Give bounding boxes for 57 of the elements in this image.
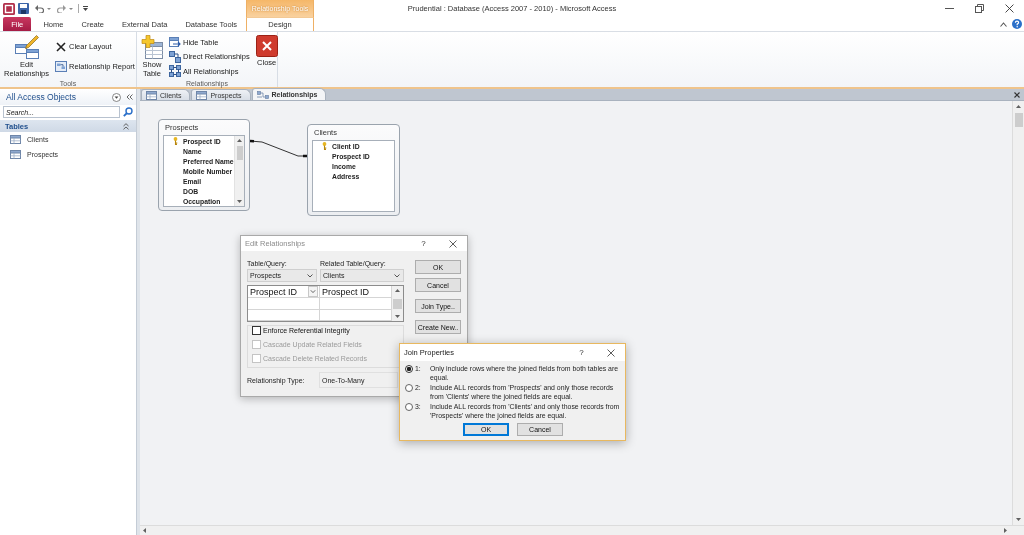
checkbox[interactable] bbox=[252, 326, 261, 335]
key-icon bbox=[322, 142, 327, 150]
relationship-lines-icon bbox=[256, 90, 269, 99]
chevron-down-icon[interactable] bbox=[307, 273, 313, 278]
dropdown-caret-icon[interactable] bbox=[69, 7, 73, 10]
chevron-down-icon[interactable] bbox=[394, 273, 400, 278]
horizontal-scrollbar[interactable] bbox=[140, 525, 1024, 535]
close-icon[interactable] bbox=[1014, 91, 1020, 98]
cross-icon bbox=[56, 41, 67, 52]
grid-cell[interactable]: Prospect ID bbox=[248, 286, 320, 298]
help-button[interactable]: ? bbox=[567, 344, 596, 361]
redo-icon[interactable] bbox=[57, 4, 66, 13]
arrow-down-icon[interactable] bbox=[395, 315, 400, 318]
scroll-thumb[interactable] bbox=[393, 298, 402, 309]
arrow-down-icon[interactable] bbox=[1016, 518, 1021, 521]
arrow-up-icon[interactable] bbox=[1016, 105, 1021, 108]
grid-cell[interactable] bbox=[248, 309, 320, 321]
close-icon bbox=[255, 35, 278, 57]
vertical-scrollbar[interactable] bbox=[1012, 101, 1024, 525]
double-chevron-left-icon[interactable] bbox=[126, 94, 133, 100]
radio-button[interactable] bbox=[405, 403, 413, 411]
table-icon bbox=[10, 150, 21, 159]
scroll-thumb[interactable] bbox=[1014, 113, 1023, 127]
close-icon[interactable] bbox=[1005, 4, 1014, 13]
radio-button[interactable] bbox=[405, 384, 413, 392]
table-plus-icon bbox=[141, 35, 163, 59]
close-icon[interactable] bbox=[448, 239, 457, 248]
arrow-up-icon[interactable] bbox=[237, 139, 242, 142]
radio-button[interactable] bbox=[405, 365, 413, 373]
linked-tables-icon bbox=[169, 50, 181, 63]
undo-icon[interactable] bbox=[35, 4, 44, 13]
scroll-thumb[interactable] bbox=[236, 146, 243, 160]
app-logo-icon[interactable] bbox=[3, 2, 15, 15]
grid-cell[interactable] bbox=[248, 298, 320, 310]
report-icon bbox=[55, 60, 68, 72]
help-icon[interactable] bbox=[1012, 19, 1022, 29]
double-chevron-up-icon[interactable] bbox=[123, 122, 129, 130]
chevron-up-icon[interactable] bbox=[1000, 21, 1007, 27]
list-scrollbar[interactable] bbox=[234, 136, 244, 206]
restore-icon[interactable] bbox=[975, 4, 984, 13]
dropdown-circle-icon[interactable] bbox=[112, 92, 121, 102]
arrow-right-icon[interactable] bbox=[1004, 528, 1007, 533]
close-icon[interactable] bbox=[606, 348, 615, 357]
dropdown-caret-icon[interactable] bbox=[47, 7, 51, 10]
table-icon bbox=[10, 135, 21, 144]
grid-scrollbar[interactable] bbox=[392, 286, 403, 321]
table-network-icon bbox=[169, 65, 181, 77]
pencil-table-icon bbox=[14, 35, 39, 59]
help-button[interactable]: ? bbox=[409, 236, 438, 251]
arrow-up-icon[interactable] bbox=[395, 289, 400, 292]
save-icon[interactable] bbox=[18, 3, 29, 14]
relationship-line[interactable] bbox=[250, 137, 307, 158]
arrow-down-icon[interactable] bbox=[237, 200, 242, 203]
arrow-left-icon[interactable] bbox=[143, 528, 146, 533]
key-icon bbox=[173, 137, 178, 145]
customize-caret-icon[interactable] bbox=[83, 6, 88, 11]
search-icon[interactable] bbox=[123, 107, 133, 117]
